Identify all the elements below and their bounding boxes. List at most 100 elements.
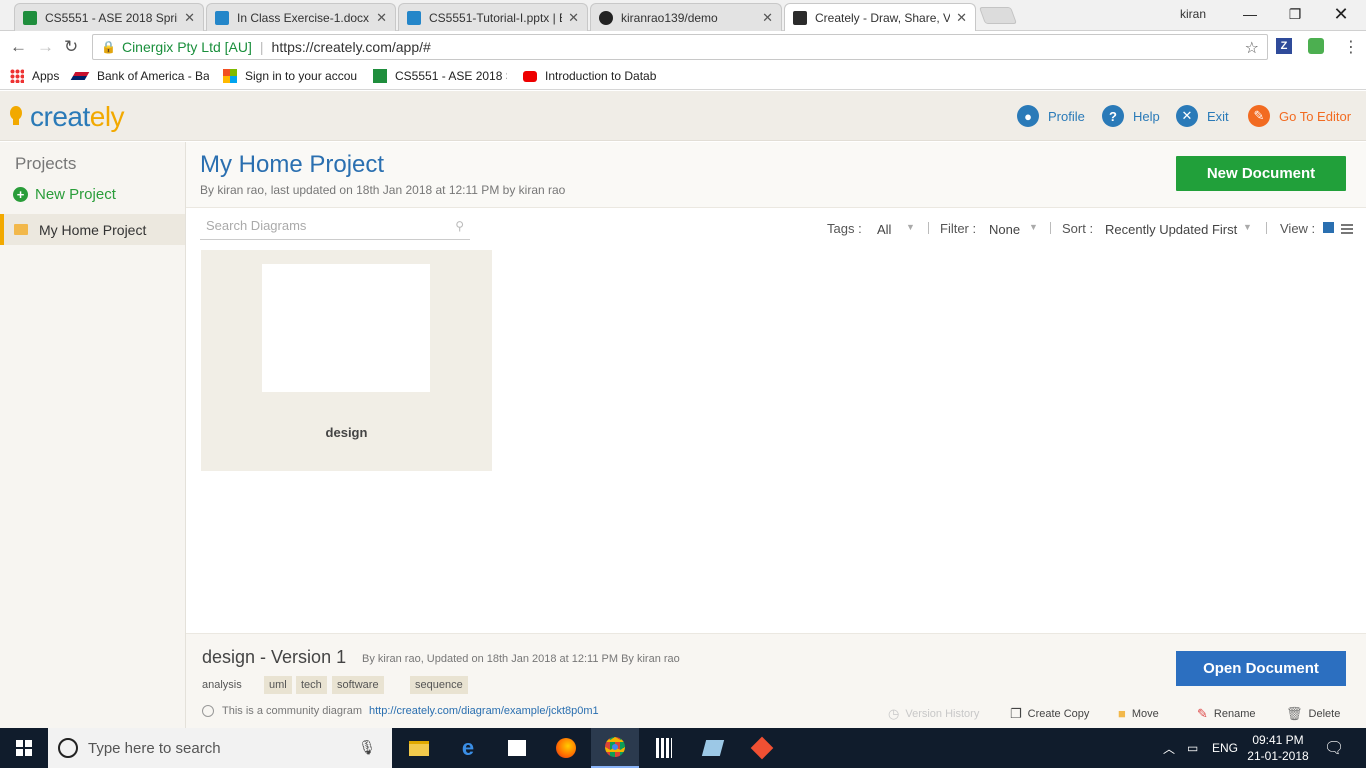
new-document-button[interactable]: New Document — [1176, 156, 1346, 191]
trash-icon: 🗑 — [1286, 706, 1303, 721]
restore-icon[interactable]: ❐ — [1272, 0, 1318, 28]
language-indicator[interactable]: ENG — [1212, 728, 1238, 768]
history-icon: ◷ — [888, 706, 900, 721]
chevron-up-icon[interactable]: ︿ — [1163, 728, 1175, 768]
tab-title: In Class Exercise-1.docx | — [237, 10, 371, 25]
store-icon[interactable] — [493, 728, 541, 768]
tag-badge[interactable]: tech — [296, 676, 327, 694]
edge-icon[interactable]: e — [444, 728, 492, 768]
browser-tab-5[interactable]: Creately - Draw, Share, V ✕ — [784, 3, 976, 32]
projects-sidebar: Projects + New Project My Home Project — [0, 142, 186, 728]
folder-icon — [14, 224, 28, 235]
chevron-down-icon[interactable]: ▼ — [1243, 222, 1252, 232]
file-explorer-icon[interactable] — [395, 728, 443, 768]
microphone-icon[interactable]: 🎙 — [358, 739, 376, 756]
notifications-icon[interactable]: 🗨 — [1324, 728, 1344, 768]
bookmark-microsoft-signin[interactable]: Sign in to your accou — [223, 69, 357, 83]
search-input[interactable]: Search Diagrams ⚲ — [200, 218, 470, 240]
list-view-icon[interactable] — [1341, 222, 1353, 234]
start-button[interactable] — [0, 728, 48, 768]
back-icon[interactable]: ← — [10, 37, 27, 57]
close-icon: ✕ — [1176, 105, 1198, 127]
close-window-icon[interactable]: ✕ — [1318, 0, 1364, 28]
rename-button[interactable]: ✎ Rename — [1197, 706, 1255, 722]
reload-icon[interactable]: ↻ — [64, 37, 78, 57]
go-to-editor-link[interactable]: ✎ Go To Editor — [1248, 105, 1351, 127]
firefox-icon[interactable] — [542, 728, 590, 768]
new-project-button[interactable]: + New Project — [13, 186, 116, 203]
delete-button[interactable]: 🗑 Delete — [1286, 706, 1340, 722]
tab-title: CS5551 - ASE 2018 Sprin — [45, 10, 179, 25]
chevron-down-icon[interactable]: ▼ — [1029, 222, 1038, 232]
close-tab-icon[interactable]: ✕ — [956, 10, 967, 26]
sheets-icon — [23, 10, 37, 25]
browser-tab-1[interactable]: CS5551 - ASE 2018 Sprin ✕ — [14, 3, 204, 31]
creately-logo[interactable]: creat ely — [10, 101, 125, 133]
extension-z-icon[interactable]: Z — [1276, 38, 1292, 54]
filter-select[interactable]: None — [989, 222, 1020, 237]
grid-view-icon[interactable] — [1323, 222, 1334, 233]
browser-tab-3[interactable]: CS5551-Tutorial-I.pptx | B ✕ — [398, 3, 588, 31]
bookmark-bank-of-america[interactable]: Bank of America - Ba — [70, 69, 209, 83]
folder-icon: ■ — [1118, 706, 1126, 721]
forward-icon[interactable]: → — [37, 37, 54, 57]
search-icon: ⚲ — [455, 219, 464, 233]
close-tab-icon[interactable]: ✕ — [184, 10, 195, 26]
profile-name[interactable]: kiran — [1180, 7, 1206, 21]
main-content: My Home Project By kiran rao, last updat… — [186, 142, 1366, 728]
clock-time: 09:41 PM — [1252, 733, 1304, 747]
calculator-icon[interactable] — [640, 728, 688, 768]
version-history-button[interactable]: ◷ Version History — [888, 706, 979, 722]
taskbar-search-input[interactable]: Type here to search 🎙 — [48, 728, 392, 768]
bulb-icon — [10, 106, 22, 125]
create-copy-button[interactable]: ❐ Create Copy — [1010, 706, 1089, 722]
community-link[interactable]: http://creately.com/diagram/example/jckt… — [369, 705, 599, 717]
browser-tab-2[interactable]: In Class Exercise-1.docx | ✕ — [206, 3, 396, 31]
chevron-down-icon[interactable]: ▼ — [906, 222, 915, 232]
project-subtitle: By kiran rao, last updated on 18th Jan 2… — [200, 183, 566, 197]
document-card[interactable]: design — [201, 250, 492, 471]
document-detail-panel: design - Version 1 By kiran rao, Updated… — [186, 633, 1366, 728]
tab-title: CS5551-Tutorial-I.pptx | B — [429, 10, 563, 25]
document-title: design - Version 1 — [202, 647, 347, 667]
star-icon[interactable]: ☆ — [1245, 38, 1259, 58]
tab-title: kiranrao139/demo — [621, 10, 718, 25]
exit-link[interactable]: ✕ Exit — [1176, 105, 1229, 127]
clock[interactable]: 09:41 PM 21-01-2018 — [1243, 732, 1313, 764]
new-tab-button[interactable] — [978, 7, 1018, 24]
tags-select[interactable]: All — [877, 222, 891, 237]
notes-icon[interactable] — [689, 728, 737, 768]
community-note: This is a community diagram — [202, 705, 362, 717]
sidebar-title: Projects — [15, 154, 77, 173]
tag-badge[interactable]: software — [332, 676, 384, 694]
browser-tab-4[interactable]: kiranrao139/demo ✕ — [590, 3, 782, 31]
windows-icon — [16, 740, 32, 756]
minimize-icon[interactable]: — — [1227, 0, 1273, 28]
windows-taskbar: Type here to search 🎙 e ︿ ▭ ENG 09:41 PM… — [0, 728, 1366, 768]
close-tab-icon[interactable]: ✕ — [762, 10, 773, 26]
tag-badge[interactable]: sequence — [410, 676, 468, 694]
open-document-button[interactable]: Open Document — [1176, 651, 1346, 686]
git-app-icon[interactable] — [738, 728, 786, 768]
extension-green-icon[interactable] — [1308, 38, 1324, 54]
document-name: design — [325, 425, 368, 440]
bookmark-apps[interactable]: Apps — [10, 69, 59, 83]
help-link[interactable]: ? Help — [1102, 105, 1160, 127]
address-bar[interactable]: 🔒 Cinergix Pty Ltd [AU] | https://create… — [92, 34, 1268, 60]
sort-select[interactable]: Recently Updated First — [1105, 222, 1237, 237]
tag-badge[interactable]: uml — [264, 676, 292, 694]
sidebar-item-my-home-project[interactable]: My Home Project — [0, 214, 185, 245]
battery-icon[interactable]: ▭ — [1187, 728, 1198, 768]
close-tab-icon[interactable]: ✕ — [376, 10, 387, 26]
bookmark-cs5551-sheet[interactable]: CS5551 - ASE 2018 Sp — [373, 69, 507, 83]
bookmark-youtube[interactable]: Introduction to Datab — [523, 69, 657, 83]
close-tab-icon[interactable]: ✕ — [568, 10, 579, 26]
chrome-icon[interactable] — [591, 728, 639, 768]
menu-kebab-icon[interactable]: ⋮ — [1343, 37, 1359, 57]
copy-icon: ❐ — [1010, 706, 1022, 721]
move-button[interactable]: ■ Move — [1118, 706, 1159, 721]
profile-link[interactable]: ● Profile — [1017, 105, 1085, 127]
document-thumbnail[interactable] — [262, 264, 430, 392]
globe-icon — [202, 705, 214, 717]
document-meta: By kiran rao, Updated on 18th Jan 2018 a… — [362, 653, 680, 665]
